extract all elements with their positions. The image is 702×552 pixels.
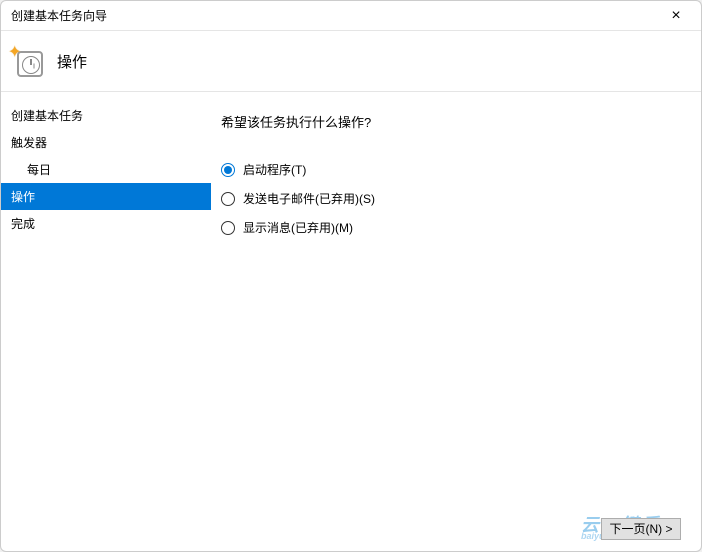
radio-show-message[interactable]: 显示消息(已弃用)(M) — [221, 219, 691, 236]
radio-icon — [221, 192, 235, 206]
wizard-body: 创建基本任务 触发器 每日 操作 完成 希望该任务执行什么操作? 启动程序(T)… — [1, 91, 701, 506]
page-title: 操作 — [57, 51, 87, 72]
next-button[interactable]: 下一页(N) > — [601, 518, 681, 540]
sidebar-item-finish[interactable]: 完成 — [1, 210, 211, 237]
radio-label: 发送电子邮件(已弃用)(S) — [243, 190, 375, 207]
action-prompt: 希望该任务执行什么操作? — [221, 112, 691, 131]
radio-label: 启动程序(T) — [243, 161, 306, 178]
task-wizard-icon: ✦ — [11, 45, 43, 77]
radio-start-program[interactable]: 启动程序(T) — [221, 161, 691, 178]
window-title: 创建基本任务向导 — [11, 7, 107, 24]
wizard-steps-sidebar: 创建基本任务 触发器 每日 操作 完成 — [1, 92, 211, 506]
wizard-footer: 云一键重 baiyunxi 下一页(N) > — [1, 506, 701, 551]
close-button[interactable]: × — [661, 6, 691, 26]
radio-icon — [221, 221, 235, 235]
wizard-window: 创建基本任务向导 × ✦ 操作 创建基本任务 触发器 每日 操作 完成 希望该任… — [0, 0, 702, 552]
titlebar: 创建基本任务向导 × — [1, 1, 701, 31]
action-radio-group: 启动程序(T) 发送电子邮件(已弃用)(S) 显示消息(已弃用)(M) — [221, 161, 691, 236]
radio-label: 显示消息(已弃用)(M) — [243, 219, 353, 236]
wizard-header: ✦ 操作 — [1, 31, 701, 91]
sidebar-item-create-task[interactable]: 创建基本任务 — [1, 102, 211, 129]
radio-icon — [221, 163, 235, 177]
sidebar-item-action[interactable]: 操作 — [1, 183, 211, 210]
radio-send-email[interactable]: 发送电子邮件(已弃用)(S) — [221, 190, 691, 207]
sidebar-item-trigger[interactable]: 触发器 — [1, 129, 211, 156]
wizard-content: 希望该任务执行什么操作? 启动程序(T) 发送电子邮件(已弃用)(S) 显示消息… — [211, 92, 701, 506]
sidebar-item-daily[interactable]: 每日 — [1, 156, 211, 183]
